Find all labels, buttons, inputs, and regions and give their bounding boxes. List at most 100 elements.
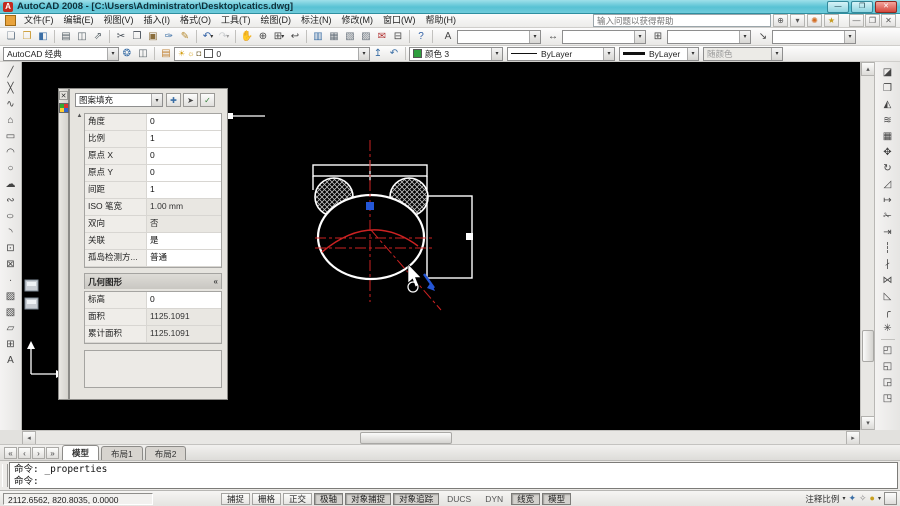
communication-center-icon[interactable]: ✺ [807, 14, 822, 27]
menu-item[interactable]: 编辑(E) [59, 14, 99, 27]
spline-button[interactable]: ∾ [2, 193, 20, 208]
property-value[interactable]: 0 [147, 292, 221, 308]
toggle-pickadd-button[interactable]: ✚ [166, 93, 181, 107]
combo-arrow-icon[interactable]: ▾ [687, 48, 698, 60]
layer-previous-button[interactable]: ↶ [386, 46, 402, 61]
combo-arrow-icon[interactable]: ▾ [151, 94, 162, 106]
command-prompt-line[interactable]: 命令: [14, 476, 893, 488]
palette-title-strip[interactable]: ✕ [58, 88, 69, 400]
side-rectangle[interactable] [427, 196, 472, 278]
paste-button[interactable]: ▣ [145, 29, 161, 44]
style-combo[interactable]: ▾ [457, 30, 541, 44]
workspace-settings-button[interactable]: ❂ [119, 46, 135, 61]
anchored-window-icon-2[interactable] [25, 298, 38, 309]
plot-preview-button[interactable]: ◫ [74, 29, 90, 44]
window-close-button[interactable]: ✕ [875, 1, 897, 13]
explode-button[interactable]: ✳ [879, 321, 897, 336]
combo-arrow-icon[interactable]: ▾ [844, 31, 855, 43]
annotation-visibility-icon[interactable]: ✦ [848, 493, 856, 504]
dyn-toggle[interactable]: DYN [479, 493, 509, 505]
menu-item[interactable]: 标注(N) [296, 14, 337, 27]
horizontal-scrollbar[interactable]: ◂ ▸ [22, 430, 860, 444]
property-value[interactable]: 1 [147, 182, 221, 198]
move-button[interactable]: ✥ [879, 145, 897, 160]
collapse-chevron-icon[interactable]: « [214, 277, 218, 286]
help-search-input[interactable] [593, 14, 771, 27]
quickcalc-button[interactable]: ⊟ [390, 29, 406, 44]
scroll-down-icon[interactable]: ▾ [861, 416, 875, 430]
fillet-button[interactable]: ╭ [879, 305, 897, 320]
tool-palettes-button[interactable]: ▧ [342, 29, 358, 44]
combo-arrow-icon[interactable]: ▾ [107, 48, 118, 60]
construction-line-button[interactable]: ╳ [2, 81, 20, 96]
tray-caret-icon[interactable]: ▾ [878, 495, 881, 502]
property-value[interactable]: 0 [147, 148, 221, 164]
style-combo[interactable]: ▾ [562, 30, 646, 44]
properties-button[interactable]: ▥ [310, 29, 326, 44]
vertical-scroll-thumb[interactable] [862, 330, 874, 362]
property-value[interactable]: 普通 [147, 250, 221, 266]
window-minimize-button[interactable]: — [827, 1, 849, 13]
geometry-group-header[interactable]: 几何图形 « [84, 273, 222, 289]
style-combo[interactable]: ▾ [772, 30, 856, 44]
make-object-layer-current-button[interactable]: ↥ [370, 46, 386, 61]
property-value[interactable]: 是 [147, 233, 221, 249]
menu-item[interactable]: 帮助(H) [421, 14, 462, 27]
arc-button[interactable]: ◠ [2, 145, 20, 160]
property-value[interactable]: 1125.1091 [147, 309, 221, 325]
chamfer-button[interactable]: ◺ [879, 289, 897, 304]
make-block-button[interactable]: ⊠ [2, 257, 20, 272]
selection-grip[interactable] [366, 202, 374, 210]
property-value[interactable]: 否 [147, 216, 221, 232]
palette-close-icon[interactable]: ✕ [59, 91, 68, 100]
undo-button[interactable]: ↶ ▾ [200, 29, 216, 44]
extend-button[interactable]: ⇥ [879, 225, 897, 240]
point-button[interactable]: ∙ [2, 273, 20, 288]
insert-block-button[interactable]: ⊡ [2, 241, 20, 256]
line-button[interactable]: ╱ [2, 65, 20, 80]
select-objects-button[interactable]: ➤ [183, 93, 198, 107]
markup-set-manager-button[interactable]: ✉ [374, 29, 390, 44]
side-grip-marker[interactable] [466, 233, 473, 240]
save-workspace-button[interactable]: ◫ [135, 46, 151, 61]
circle-button[interactable]: ○ [2, 161, 20, 176]
annotation-scale-label[interactable]: 注释比例 [805, 493, 839, 505]
doc-restore-button[interactable]: ❐ [865, 14, 880, 27]
plot-button[interactable]: ▤ [58, 29, 74, 44]
array-button[interactable]: ▦ [879, 129, 897, 144]
annotation-autoscale-icon[interactable]: ✧ [859, 493, 867, 504]
menu-item[interactable]: 格式(O) [175, 14, 216, 27]
polygon-button[interactable]: ⌂ [2, 113, 20, 128]
grid-toggle[interactable]: 栅格 [252, 493, 281, 505]
menu-item[interactable]: 工具(T) [216, 14, 256, 27]
combo-arrow-icon[interactable]: ▾ [529, 31, 540, 43]
tab-first-button[interactable]: « [4, 447, 17, 459]
scroll-left-icon[interactable]: ◂ [22, 431, 36, 445]
offset-button[interactable]: ≋ [879, 113, 897, 128]
property-value[interactable]: 1 [147, 131, 221, 147]
command-window-grip[interactable] [2, 464, 8, 487]
combo-arrow-icon[interactable]: ▾ [739, 31, 750, 43]
zoom-window-button[interactable]: ⊞ ▾ [271, 29, 287, 44]
ortho-toggle[interactable]: 正交 [283, 493, 312, 505]
doc-close-button[interactable]: ✕ [881, 14, 896, 27]
match-properties-button[interactable]: ✑ [161, 29, 177, 44]
property-value[interactable]: 1125.1091 [147, 326, 221, 342]
tab-next-button[interactable]: › [32, 447, 45, 459]
copy-button[interactable]: ❐ [129, 29, 145, 44]
property-value[interactable]: 0 [147, 165, 221, 181]
search-icon[interactable]: ⊕ [773, 14, 788, 27]
send-to-back-button[interactable]: ◱ [879, 359, 897, 374]
horizontal-scroll-thumb[interactable] [360, 432, 452, 444]
combo-arrow-icon[interactable]: ▾ [491, 48, 502, 60]
redo-button[interactable]: ↷ ▾ [216, 29, 232, 44]
object-type-combo[interactable]: 图案填充 ▾ [75, 93, 163, 107]
polar-toggle[interactable]: 极轴 [314, 493, 343, 505]
favorites-star-icon[interactable]: ★ [824, 14, 839, 27]
designcenter-button[interactable]: ▦ [326, 29, 342, 44]
autocad-app-icon[interactable]: A [3, 2, 13, 12]
break-button[interactable]: ∤ [879, 257, 897, 272]
publish-button[interactable]: ⇗ [90, 29, 106, 44]
bring-to-front-button[interactable]: ◰ [879, 343, 897, 358]
drawing-doc-icon[interactable] [5, 15, 16, 26]
